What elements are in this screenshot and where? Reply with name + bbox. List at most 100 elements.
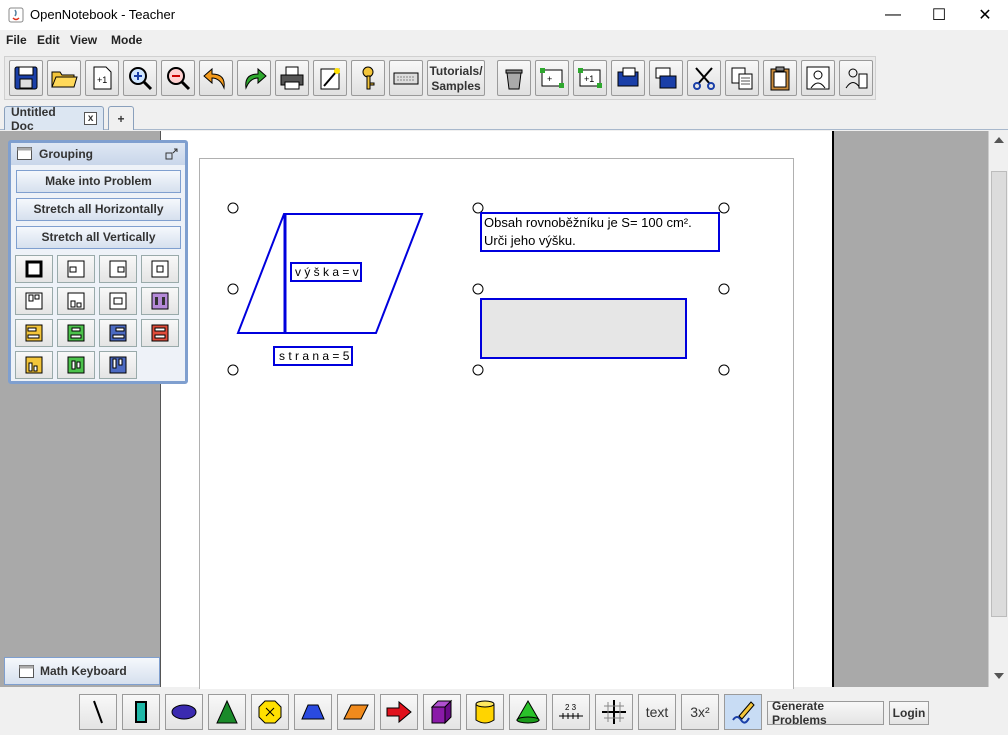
paste-button[interactable]	[763, 60, 797, 96]
add-tab-button[interactable]: +	[108, 106, 134, 130]
stack-center-button[interactable]	[57, 319, 95, 347]
align-right-button[interactable]	[99, 255, 137, 283]
zoom-in-button[interactable]	[123, 60, 157, 96]
align-left-button[interactable]	[57, 255, 95, 283]
trapezoid-icon	[301, 704, 325, 720]
key-button[interactable]	[351, 60, 385, 96]
menu-edit[interactable]: Edit	[37, 33, 60, 47]
login-button[interactable]: Login	[889, 701, 929, 725]
grid-tool-button[interactable]	[595, 694, 633, 730]
maximize-button[interactable]: ☐	[916, 0, 962, 30]
key-icon	[362, 66, 375, 90]
arrow-icon	[386, 700, 412, 724]
pen-tool-button[interactable]	[724, 694, 762, 730]
triangle-tool-button[interactable]	[208, 694, 246, 730]
parallelogram-tool-button[interactable]	[337, 694, 375, 730]
stack-right-button[interactable]	[99, 319, 137, 347]
distribute-v-icon	[151, 324, 169, 342]
arrow-tool-button[interactable]	[380, 694, 418, 730]
menu-view[interactable]: View	[70, 33, 97, 47]
wand-button[interactable]	[313, 60, 347, 96]
close-window-button[interactable]: ✕	[962, 0, 1008, 30]
open-button[interactable]	[47, 60, 81, 96]
make-into-problem-button[interactable]: Make into Problem	[16, 170, 181, 193]
height-label[interactable]: v ý š k a = v	[290, 262, 362, 282]
coordinate-grid-icon	[602, 700, 626, 724]
zoom-out-button[interactable]	[161, 60, 195, 96]
ungroup-button[interactable]: +1	[573, 60, 607, 96]
octagon-icon	[258, 700, 282, 724]
arrange-middle-icon	[67, 356, 85, 374]
document-page[interactable]: v ý š k a = v s t r a n a = 5 Obsah rovn…	[199, 158, 794, 698]
border-icon	[25, 260, 43, 278]
answer-box[interactable]	[480, 298, 687, 359]
send-back-button[interactable]	[611, 60, 645, 96]
tab-close-button[interactable]: x	[84, 112, 97, 125]
print-icon	[280, 66, 304, 90]
tutorials-samples-button[interactable]: Tutorials/ Samples	[427, 60, 485, 96]
minimize-button[interactable]: —	[870, 0, 916, 30]
border-button[interactable]	[15, 255, 53, 283]
align-center-h-button[interactable]	[141, 255, 179, 283]
teacher-button[interactable]	[839, 60, 873, 96]
text-tool-button[interactable]: text	[638, 694, 676, 730]
redo-button[interactable]	[237, 60, 271, 96]
add-page-button[interactable]: +1	[85, 60, 119, 96]
stack-left-button[interactable]	[15, 319, 53, 347]
tab-untitled-doc[interactable]: Untitled Doc x	[4, 105, 104, 133]
line-tool-button[interactable]	[79, 694, 117, 730]
cut-button[interactable]	[687, 60, 721, 96]
expression-tool-button[interactable]: 3x²	[681, 694, 719, 730]
bring-front-button[interactable]	[649, 60, 683, 96]
copy-button[interactable]	[725, 60, 759, 96]
distribute-h-button[interactable]	[141, 287, 179, 315]
generate-problems-button[interactable]: Generate Problems	[767, 699, 884, 727]
align-top-button[interactable]	[15, 287, 53, 315]
grouping-panel: Grouping Make into Problem Stretch all H…	[8, 140, 188, 384]
align-bottom-button[interactable]	[57, 287, 95, 315]
rectangle-tool-button[interactable]	[122, 694, 160, 730]
window-icon	[19, 664, 34, 678]
scroll-up-icon[interactable]	[993, 135, 1005, 145]
arrange-middle-button[interactable]	[57, 351, 95, 379]
align-center-v-button[interactable]	[99, 287, 137, 315]
octagon-tool-button[interactable]	[251, 694, 289, 730]
student-button[interactable]	[801, 60, 835, 96]
arrange-bottom-button[interactable]	[15, 351, 53, 379]
group-button[interactable]: +	[535, 60, 569, 96]
cone-tool-button[interactable]	[509, 694, 547, 730]
svg-text:+1: +1	[584, 74, 594, 84]
undo-button[interactable]	[199, 60, 233, 96]
save-button[interactable]	[9, 60, 43, 96]
trapezoid-tool-button[interactable]	[294, 694, 332, 730]
vertical-scrollbar[interactable]	[988, 131, 1008, 687]
number-line-tool-button[interactable]: 2 3	[552, 694, 590, 730]
window-title: OpenNotebook - Teacher	[30, 7, 176, 22]
grouping-header[interactable]: Grouping	[11, 143, 185, 165]
stack-center-icon	[67, 324, 85, 342]
align-right-icon	[109, 260, 127, 278]
cylinder-tool-button[interactable]	[466, 694, 504, 730]
window-icon	[17, 147, 32, 160]
math-keyboard-button[interactable]: Math Keyboard	[4, 657, 160, 685]
canvas-margin	[832, 131, 988, 687]
delete-button[interactable]	[497, 60, 531, 96]
java-icon	[8, 7, 24, 23]
stretch-vertically-button[interactable]: Stretch all Vertically	[16, 226, 181, 249]
menu-file[interactable]: File	[6, 33, 27, 47]
stretch-horizontally-button[interactable]: Stretch all Horizontally	[16, 198, 181, 221]
detach-icon[interactable]	[165, 147, 179, 161]
oval-tool-button[interactable]	[165, 694, 203, 730]
distribute-v-button[interactable]	[141, 319, 179, 347]
align-center-h-icon	[151, 260, 169, 278]
arrange-top-button[interactable]	[99, 351, 137, 379]
problem-text-box[interactable]: Obsah rovnoběžníku je S= 100 cm². Urči j…	[480, 212, 720, 252]
scroll-down-icon[interactable]	[993, 671, 1005, 681]
menu-mode[interactable]: Mode	[111, 33, 142, 47]
keyboard-button[interactable]	[389, 60, 423, 96]
cone-icon	[516, 700, 540, 724]
cube-tool-button[interactable]	[423, 694, 461, 730]
print-button[interactable]	[275, 60, 309, 96]
scroll-thumb[interactable]	[991, 171, 1007, 617]
side-label[interactable]: s t r a n a = 5	[273, 346, 353, 366]
